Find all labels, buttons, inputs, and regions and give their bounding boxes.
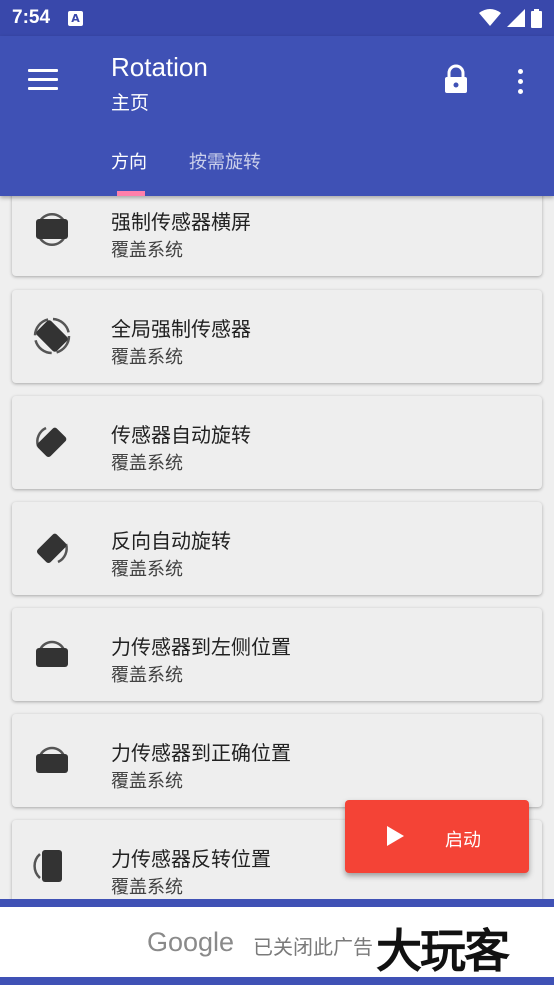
mode-title: 传感器自动旋转 bbox=[111, 423, 251, 447]
reverse-rotate-icon bbox=[36, 533, 68, 564]
mode-subtitle: 覆盖系统 bbox=[111, 665, 183, 686]
mode-title: 强制传感器横屏 bbox=[111, 210, 251, 234]
start-button-label: 启动 bbox=[445, 830, 481, 851]
menu-icon[interactable] bbox=[22, 62, 64, 96]
notification-a-icon: A bbox=[68, 10, 84, 26]
mode-subtitle: 覆盖系统 bbox=[111, 877, 183, 898]
app-subtitle: 主页 bbox=[111, 92, 150, 114]
mode-title: 力传感器反转位置 bbox=[111, 847, 271, 871]
app-title: Rotation bbox=[111, 52, 208, 82]
status-bar: 7:54 A bbox=[0, 0, 554, 36]
play-icon bbox=[387, 826, 404, 846]
landscape-left-icon bbox=[36, 640, 68, 667]
mode-card-reverse-auto-rotate[interactable]: 反向自动旋转 覆盖系统 bbox=[12, 502, 542, 595]
mode-card-sensor-auto-rotate[interactable]: 传感器自动旋转 覆盖系统 bbox=[12, 396, 542, 489]
mode-subtitle: 覆盖系统 bbox=[111, 453, 183, 474]
mode-subtitle: 覆盖系统 bbox=[111, 771, 183, 792]
app-bar: Rotation 主页 方向 按需旋转 bbox=[0, 36, 554, 196]
ad-closed-text: 已关闭此广告 bbox=[253, 935, 373, 959]
mode-title: 反向自动旋转 bbox=[111, 529, 231, 553]
more-options-icon[interactable] bbox=[506, 64, 534, 98]
ad-banner: Google 已关闭此广告 大玩客 bbox=[0, 899, 554, 985]
mode-subtitle: 覆盖系统 bbox=[111, 347, 183, 368]
ad-content[interactable]: Google 已关闭此广告 大玩客 bbox=[0, 907, 554, 978]
google-logo: Google bbox=[147, 927, 235, 957]
tab-on-demand-rotation[interactable]: 按需旋转 bbox=[189, 148, 261, 174]
tab-orientation[interactable]: 方向 bbox=[111, 148, 147, 174]
landscape-right-icon bbox=[36, 746, 68, 773]
portrait-reverse-icon bbox=[33, 850, 62, 882]
mode-list[interactable]: 强制传感器横屏 覆盖系统 全局强制传感器 覆盖系统 传感器自动旋转 覆盖系统 反… bbox=[0, 196, 554, 899]
start-button[interactable]: 启动 bbox=[345, 800, 529, 873]
mode-card-force-sensor-right[interactable]: 力传感器到正确位置 覆盖系统 bbox=[12, 714, 542, 807]
signal-icon bbox=[507, 9, 525, 27]
mode-title: 全局强制传感器 bbox=[111, 317, 251, 341]
wifi-icon bbox=[479, 9, 501, 26]
mode-card-force-sensor-landscape[interactable]: 强制传感器横屏 覆盖系统 bbox=[12, 196, 542, 276]
mode-title: 力传感器到左侧位置 bbox=[111, 635, 291, 659]
landscape-rotate-icon bbox=[36, 213, 68, 246]
battery-icon bbox=[531, 8, 542, 28]
mode-subtitle: 覆盖系统 bbox=[111, 240, 183, 261]
mode-card-global-force-sensor[interactable]: 全局强制传感器 覆盖系统 bbox=[12, 290, 542, 383]
lock-icon[interactable] bbox=[438, 62, 474, 98]
status-time: 7:54 bbox=[12, 7, 51, 28]
mode-subtitle: 覆盖系统 bbox=[111, 559, 183, 580]
auto-rotate-icon bbox=[36, 426, 67, 458]
mode-title: 力传感器到正确位置 bbox=[111, 741, 291, 765]
tab-indicator bbox=[117, 191, 145, 196]
mode-card-force-sensor-left[interactable]: 力传感器到左侧位置 覆盖系统 bbox=[12, 608, 542, 701]
watermark: 大玩客 bbox=[376, 924, 510, 978]
screen-rotation-icon bbox=[33, 317, 71, 355]
